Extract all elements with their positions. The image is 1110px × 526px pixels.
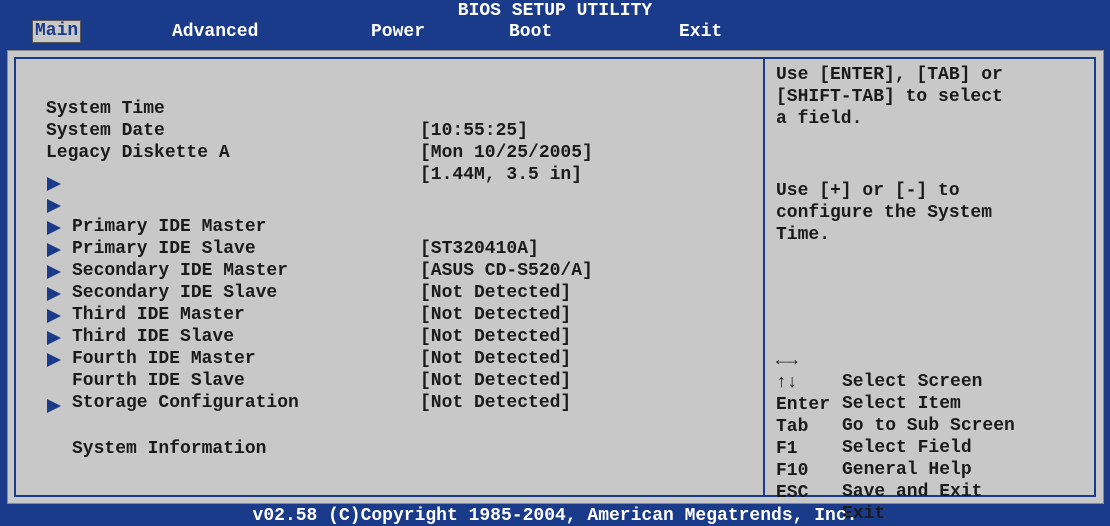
setting-label: System Date [46, 121, 165, 141]
setting-label: System Time [46, 99, 165, 119]
submenu-value: [ASUS CD-S520/A] [420, 261, 593, 281]
submenu-secondary-ide-slave[interactable]: Secondary IDE Slave [Not Detected] [0, 238, 571, 325]
submenu-value: [Not Detected] [420, 305, 572, 325]
key-legend-row: F10 Save and Exit [776, 440, 982, 502]
setting-system-time[interactable]: System Time [10:55:25] [0, 76, 528, 141]
tab-main[interactable]: Main [32, 20, 82, 43]
setting-label: Legacy Diskette A [46, 143, 230, 163]
tab-power[interactable]: Power [371, 20, 425, 44]
submenu-value: [Not Detected] [420, 349, 572, 369]
help-text-line: Use [ENTER], [TAB] or [776, 65, 1003, 85]
tab-boot[interactable]: Boot [509, 20, 552, 44]
setting-system-date[interactable]: System Date [Mon 10/25/2005] [0, 98, 593, 163]
submenu-arrow-icon [47, 221, 61, 235]
key-description: Select Field [842, 438, 972, 458]
submenu-arrow-icon [47, 287, 61, 301]
submenu-storage-configuration[interactable]: Storage Configuration [0, 348, 299, 413]
submenu-fourth-ide-slave[interactable]: Fourth IDE Slave [Not Detected] [0, 326, 571, 413]
key-legend-row: F1 General Help [776, 418, 972, 480]
key-legend-row: ESC Exit [776, 462, 885, 524]
bios-title: BIOS SETUP UTILITY [457, 1, 653, 21]
submenu-third-ide-slave[interactable]: Third IDE Slave [Not Detected] [0, 282, 571, 369]
submenu-label: Secondary IDE Master [72, 261, 289, 281]
setting-value[interactable]: [1.44M, 3.5 in] [420, 164, 582, 186]
key-name: ESC [776, 483, 809, 503]
submenu-arrow-icon [47, 199, 61, 213]
submenu-label: Secondary IDE Slave [72, 283, 278, 303]
submenu-value: [Not Detected] [420, 371, 572, 391]
submenu-secondary-ide-master[interactable]: Secondary IDE Master [Not Detected] [0, 216, 571, 303]
submenu-label: Third IDE Master [72, 305, 245, 325]
submenu-primary-ide-master[interactable]: Primary IDE Master [ST320410A] [0, 172, 539, 259]
key-description: Select Screen [842, 372, 983, 392]
setting-value[interactable]: [Mon 10/25/2005] [420, 142, 593, 164]
submenu-fourth-ide-master[interactable]: Fourth IDE Master [Not Detected] [0, 304, 571, 391]
key-description: Select Item [842, 394, 961, 414]
tab-exit[interactable]: Exit [679, 20, 722, 44]
key-description: Go to Sub Screen [842, 416, 1015, 436]
submenu-arrow-icon [47, 399, 61, 413]
submenu-label: System Information [72, 439, 267, 459]
panel-divider [763, 57, 765, 497]
submenu-arrow-icon [47, 331, 61, 345]
tab-advanced[interactable]: Advanced [172, 20, 258, 44]
help-text-line: Use [+] or [-] to [776, 181, 960, 201]
submenu-label: Primary IDE Master [72, 217, 267, 237]
setting-value[interactable]: [10:55:25] [420, 120, 528, 142]
submenu-value: [ST320410A] [420, 239, 539, 259]
key-legend-row: Enter Go to Sub Screen [776, 374, 1015, 436]
setting-legacy-diskette[interactable]: Legacy Diskette A [1.44M, 3.5 in] [0, 120, 582, 185]
submenu-primary-ide-slave[interactable]: Primary IDE Slave [ASUS CD-S520/A] [0, 194, 593, 281]
submenu-label: Fourth IDE Master [72, 349, 256, 369]
help-text-line: configure the System [776, 203, 993, 223]
submenu-label: Primary IDE Slave [72, 239, 256, 259]
submenu-system-information[interactable]: System Information [0, 394, 266, 459]
submenu-label: Fourth IDE Slave [72, 371, 245, 391]
submenu-label: Third IDE Slave [72, 327, 235, 347]
key-legend-row: Tab Select Field [776, 396, 972, 458]
menu-bar: Main Advanced Power Boot Exit [0, 20, 1110, 44]
submenu-arrow-icon [47, 177, 61, 191]
submenu-arrow-icon [47, 265, 61, 279]
help-text-line: a field. [776, 109, 863, 129]
help-text-line: Time. [776, 225, 831, 245]
submenu-arrow-icon [47, 243, 61, 257]
copyright-footer: v02.58 (C)Copyright 1985-2004, American … [252, 506, 858, 526]
submenu-label: Storage Configuration [72, 393, 299, 413]
key-description: General Help [842, 460, 972, 480]
help-text-line: [SHIFT-TAB] to select [776, 87, 1003, 107]
key-description: Save and Exit [842, 482, 983, 502]
submenu-third-ide-master[interactable]: Third IDE Master [Not Detected] [0, 260, 571, 347]
submenu-value: [Not Detected] [420, 283, 572, 303]
submenu-value: [Not Detected] [420, 393, 572, 413]
submenu-arrow-icon [47, 353, 61, 367]
submenu-value: [Not Detected] [420, 327, 572, 347]
key-legend-row: ←→ Select Screen [776, 330, 982, 392]
key-legend-row: ↑↓ Select Item [776, 352, 961, 414]
submenu-arrow-icon [47, 309, 61, 323]
